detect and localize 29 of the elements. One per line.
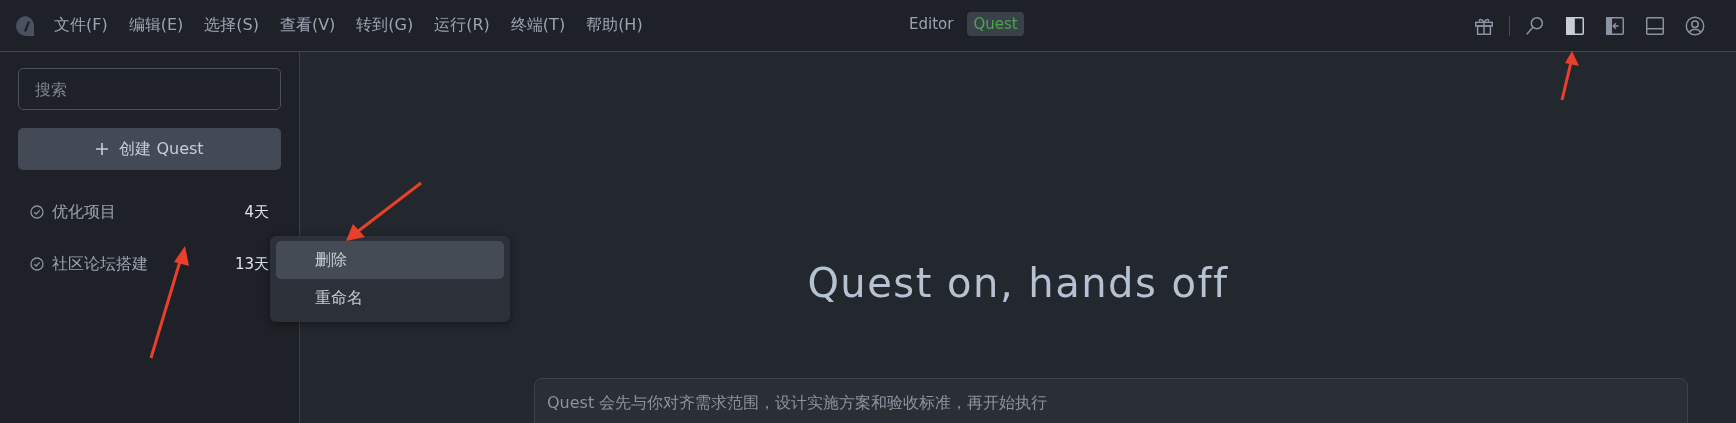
menu-item[interactable]: 终端(T) (510, 15, 566, 36)
menu-item[interactable]: 运行(R) (434, 15, 490, 36)
mode-tab[interactable]: Quest (967, 12, 1024, 36)
menu-item[interactable]: 选择(S) (204, 15, 259, 36)
main-heading: Quest on, hands off (807, 260, 1229, 306)
annotation-arrow (1558, 50, 1582, 102)
sidebar-toggle-icon[interactable] (1564, 14, 1586, 37)
panel-bottom-icon[interactable] (1644, 14, 1666, 37)
quest-title[interactable]: 优化项目 (52, 201, 116, 223)
quest-age: 4天 (244, 202, 269, 222)
quest-title[interactable]: 社区论坛搭建 (52, 253, 148, 275)
menu-item[interactable]: 编辑(E) (128, 15, 184, 36)
mode-tab[interactable]: Editor (903, 12, 960, 36)
panel-right-icon[interactable] (1604, 14, 1626, 37)
menu-item[interactable]: 转到(G) (356, 15, 414, 36)
menu-item[interactable]: 帮助(H) (586, 15, 643, 36)
check-circle-icon (30, 257, 44, 271)
prompt-field[interactable]: Quest 会先与你对齐需求范围，设计实施方案和验收标准，再开始执行 (534, 378, 1688, 423)
search-icon[interactable] (1524, 14, 1546, 37)
quest-age: 13天 (234, 254, 269, 274)
menu-option[interactable]: 重命名 (276, 279, 504, 317)
menu-item[interactable]: 查看(V) (279, 15, 336, 36)
check-circle-icon (30, 205, 44, 219)
create-quest-button[interactable]: 创建 Quest (18, 128, 281, 170)
plus-icon (95, 142, 110, 156)
account-icon[interactable] (1684, 14, 1706, 37)
search-field[interactable]: 搜索 (18, 68, 281, 110)
menu-item[interactable]: 文件(F) (54, 15, 108, 36)
menu-option[interactable]: 删除 (276, 241, 504, 279)
